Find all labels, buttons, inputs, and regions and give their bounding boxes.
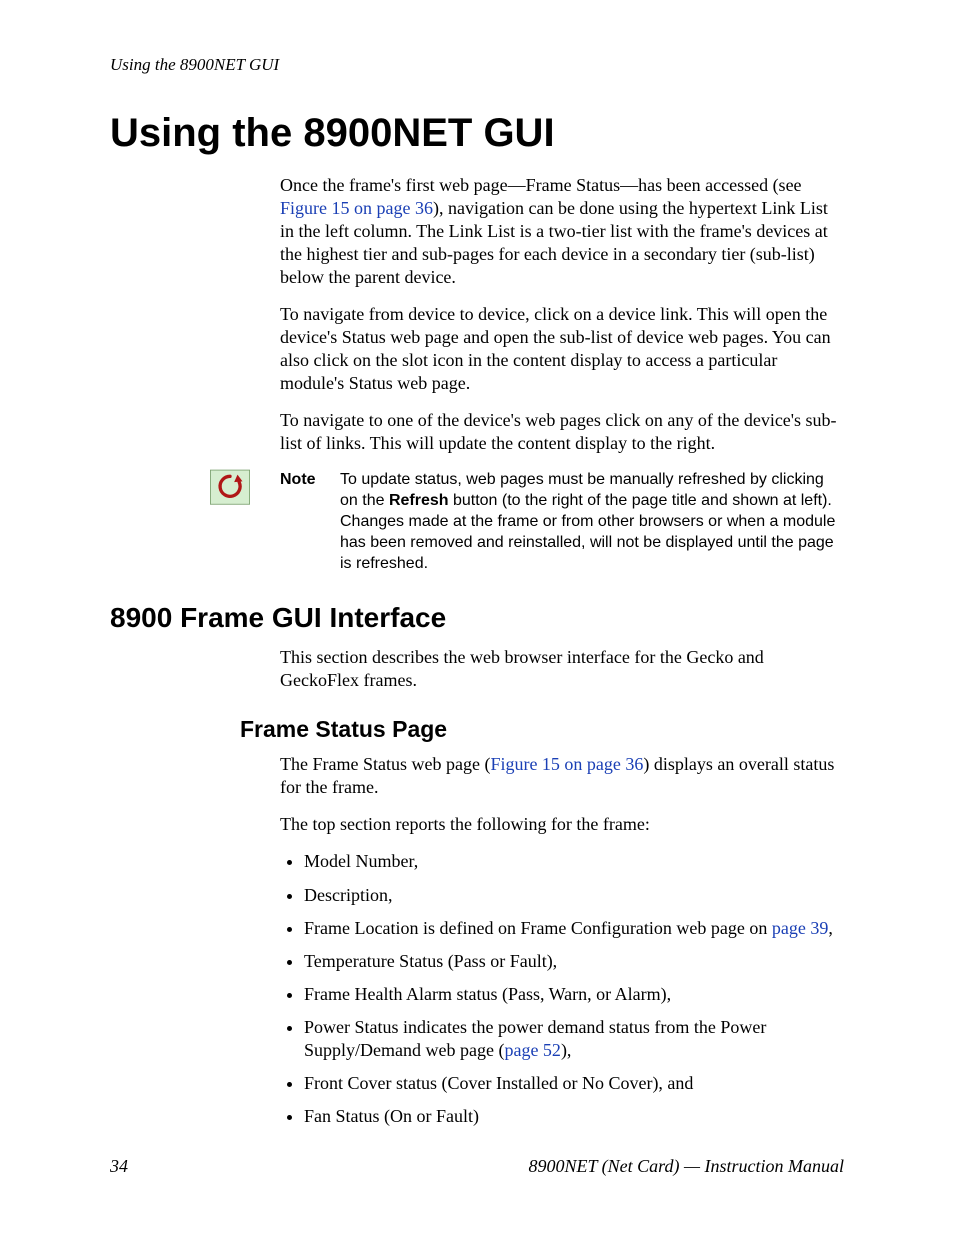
page-title: Using the 8900NET GUI: [110, 111, 844, 156]
list-item: Description,: [304, 884, 844, 907]
subsection-heading-frame-status: Frame Status Page: [240, 716, 844, 743]
list-item: Fan Status (On or Fault): [304, 1105, 844, 1128]
b2a: Frame Location is defined on Frame Confi…: [304, 918, 772, 938]
list-item: Model Number,: [304, 850, 844, 873]
section2-p1: This section describes the web browser i…: [280, 646, 844, 692]
intro-p1a: Once the frame's first web page—Frame St…: [280, 175, 802, 195]
section3-p1: The Frame Status web page (Figure 15 on …: [280, 753, 844, 799]
intro-p1: Once the frame's first web page—Frame St…: [280, 174, 844, 289]
section3-p1a: The Frame Status web page (: [280, 754, 490, 774]
refresh-icon: [210, 469, 266, 507]
running-head: Using the 8900NET GUI: [110, 55, 844, 75]
intro-p2: To navigate from device to device, click…: [280, 303, 844, 395]
section-heading-frame-gui: 8900 Frame GUI Interface: [110, 602, 844, 634]
note-bold: Refresh: [389, 492, 449, 509]
list-item: Frame Location is defined on Frame Confi…: [304, 917, 844, 940]
b2b: ,: [828, 918, 833, 938]
section3-p2: The top section reports the following fo…: [280, 813, 844, 836]
note-text: To update status, web pages must be manu…: [340, 469, 844, 574]
page-number: 34: [110, 1156, 128, 1177]
list-item: Frame Health Alarm status (Pass, Warn, o…: [304, 983, 844, 1006]
intro-block: Once the frame's first web page—Frame St…: [280, 174, 844, 455]
b5b: ),: [561, 1040, 572, 1060]
link-figure-15-b[interactable]: Figure 15 on page 36: [490, 754, 643, 774]
note-block: Note To update status, web pages must be…: [110, 469, 844, 574]
list-item: Front Cover status (Cover Installed or N…: [304, 1072, 844, 1095]
page-footer: 34 8900NET (Net Card) — Instruction Manu…: [110, 1156, 844, 1177]
bullet-list: Model Number, Description, Frame Locatio…: [280, 850, 844, 1127]
section2-body: This section describes the web browser i…: [280, 646, 844, 692]
section3-body: The Frame Status web page (Figure 15 on …: [280, 753, 844, 1127]
link-page-39[interactable]: page 39: [772, 918, 828, 938]
intro-p3: To navigate to one of the device's web p…: [280, 409, 844, 455]
note-label: Note: [280, 469, 340, 491]
link-figure-15[interactable]: Figure 15 on page 36: [280, 198, 433, 218]
list-item: Power Status indicates the power demand …: [304, 1016, 844, 1062]
link-page-52[interactable]: page 52: [504, 1040, 560, 1060]
page: Using the 8900NET GUI Using the 8900NET …: [0, 0, 954, 1235]
doc-title: 8900NET (Net Card) — Instruction Manual: [528, 1156, 844, 1177]
list-item: Temperature Status (Pass or Fault),: [304, 950, 844, 973]
